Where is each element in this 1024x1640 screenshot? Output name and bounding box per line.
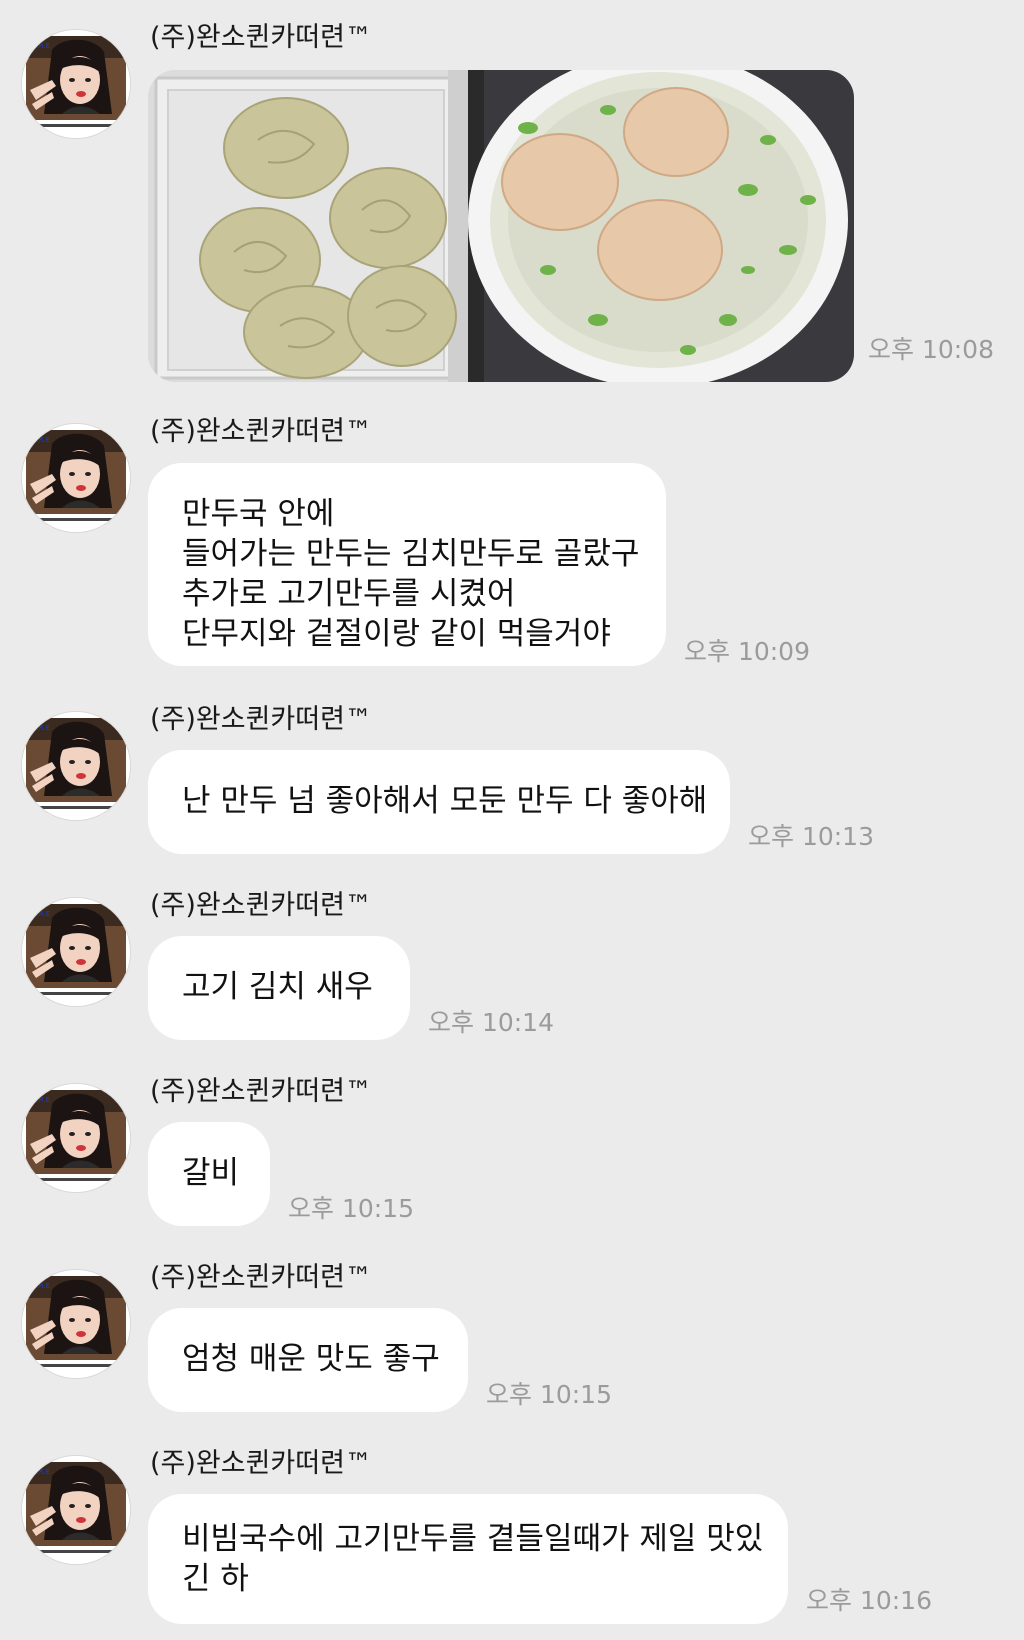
message-text-line: 엄청 매운 맛도 좋구	[182, 1341, 440, 1377]
avatar[interactable]	[22, 1084, 130, 1192]
avatar[interactable]	[22, 712, 130, 820]
message-time: 오후 10:15	[288, 1194, 414, 1223]
avatar[interactable]	[22, 30, 130, 138]
message-time: 오후 10:16	[806, 1586, 932, 1615]
avatar-photo	[22, 1270, 130, 1378]
sender-name: (주)완소퀸카떠련™	[150, 22, 372, 53]
avatar-photo	[22, 1456, 130, 1564]
sender-name: (주)완소퀸카떠련™	[150, 1076, 372, 1107]
message-text-line: 추가로 고기만두를 시켰어	[182, 576, 516, 612]
message-bubble[interactable]: 비빔국수에 고기만두를 곁들일때가 제일 맛있 긴 하	[148, 1494, 788, 1624]
message-text-line: 만두국 안에	[182, 496, 335, 532]
message-time: 오후 10:09	[684, 637, 810, 666]
avatar[interactable]	[22, 1456, 130, 1564]
chat-screen: { "sender_name": "(주)완소퀸카떠련™", "messages…	[0, 0, 1024, 1640]
dumpling-photo	[148, 70, 854, 382]
message-text-line: 들어가는 만두는 김치만두로 골랐구	[182, 536, 640, 572]
sender-name: (주)완소퀸카떠련™	[150, 1262, 372, 1293]
message-text-line: 갈비	[182, 1155, 240, 1191]
message-text-line: 단무지와 겉절이랑 같이 먹을거야	[182, 616, 611, 652]
message-bubble[interactable]: 갈비	[148, 1122, 270, 1226]
message-time: 오후 10:14	[428, 1008, 554, 1037]
sender-name: (주)완소퀸카떠련™	[150, 1448, 372, 1479]
message-time: 오후 10:15	[486, 1380, 612, 1409]
sender-name: (주)완소퀸카떠련™	[150, 704, 372, 735]
message-bubble[interactable]: 난 만두 넘 좋아해서 모둔 만두 다 좋아해	[148, 750, 730, 854]
avatar[interactable]	[22, 424, 130, 532]
message-bubble[interactable]: 엄청 매운 맛도 좋구	[148, 1308, 468, 1412]
avatar[interactable]	[22, 898, 130, 1006]
message-text-line: 비빔국수에 고기만두를 곁들일때가 제일 맛있	[182, 1521, 764, 1557]
avatar-photo	[22, 1084, 130, 1192]
avatar-photo	[22, 30, 130, 138]
message-text-line: 긴 하	[182, 1561, 249, 1597]
avatar[interactable]	[22, 1270, 130, 1378]
message-text-line: 고기 김치 새우	[182, 969, 373, 1005]
sender-name: (주)완소퀸카떠련™	[150, 890, 372, 921]
avatar-photo	[22, 898, 130, 1006]
message-bubble[interactable]: 만두국 안에 들어가는 만두는 김치만두로 골랐구 추가로 고기만두를 시켰어 …	[148, 463, 666, 666]
message-text-line: 난 만두 넘 좋아해서 모둔 만두 다 좋아해	[182, 783, 708, 819]
message-bubble[interactable]: 고기 김치 새우	[148, 936, 410, 1040]
sender-name: (주)완소퀸카떠련™	[150, 416, 372, 447]
message-photo[interactable]	[148, 70, 854, 382]
avatar-photo	[22, 712, 130, 820]
message-time: 오후 10:08	[868, 335, 994, 364]
avatar-photo	[22, 424, 130, 532]
message-time: 오후 10:13	[748, 822, 874, 851]
